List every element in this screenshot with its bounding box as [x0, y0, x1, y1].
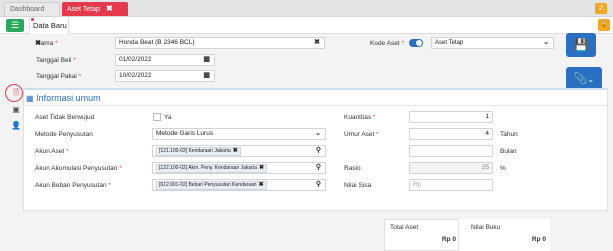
divider [24, 105, 607, 106]
aset-tidak-berwujud-checkbox[interactable] [153, 113, 161, 121]
tanggal-pakai-input[interactable]: 10/02/2022 ▦ [115, 70, 215, 82]
nilai-buku-value: Rp 0 [531, 236, 546, 243]
chevron-down-icon: ⌄ [315, 130, 321, 137]
tab-aset-tetap-label: Aset Tetap [67, 6, 100, 13]
nama-input[interactable]: Honda Beat (B 2346 BCL) ✖ [115, 37, 325, 49]
unsaved-dot-icon [31, 18, 34, 21]
doc-tab-data-baru[interactable]: Data Baru ✖ [29, 17, 69, 47]
metode-label: Metode Penyusutan [35, 131, 93, 138]
akun-beban-input[interactable]: [612.001-02] Beban Penyusutan Kendaraan ✖… [152, 179, 326, 191]
calendar-icon[interactable]: ▦ [203, 55, 210, 65]
checkbox-label: Ya [164, 114, 172, 121]
tahun-label: Tahun [500, 131, 518, 138]
paperclip-icon: 📎 [573, 73, 588, 85]
nilai-sisa-input[interactable]: Rp [409, 179, 493, 191]
akun-beban-label: Akun Beban Penyusutan * [35, 182, 111, 189]
akun-akumulasi-label: Akun Akumulasi Penyusutan * [35, 165, 122, 172]
document-icon[interactable]: 🗎 [10, 87, 22, 99]
notification-badge[interactable]: 2 [595, 3, 607, 14]
search-icon[interactable]: ⚲ [316, 180, 321, 190]
bulan-label: Bulan [500, 148, 517, 155]
akun-aset-label: Akun Aset * [35, 148, 69, 155]
tanggal-beli-input[interactable]: 01/02/2022 ▦ [115, 54, 215, 66]
menu-icon[interactable]: ☰ [6, 19, 24, 32]
umur-aset-label: Umur Aset * [344, 131, 379, 138]
tab-dashboard-label: Dashboard [10, 6, 45, 13]
nama-value: Honda Beat (B 2346 BCL) [119, 39, 195, 46]
chevron-down-icon: ⌄ [543, 39, 549, 46]
tab-bar: Dashboard Aset Tetap ✖ [0, 0, 613, 17]
section-title-text: Informasi umum [36, 93, 101, 103]
search-icon[interactable]: ⚲ [316, 163, 321, 173]
save-button[interactable]: 💾 [566, 33, 596, 57]
umur-bulan-input[interactable] [409, 145, 493, 157]
kode-aset-label: Kode Aset * [370, 40, 404, 47]
remove-icon[interactable]: ✖ [233, 148, 238, 154]
remove-icon[interactable]: ✖ [259, 165, 264, 171]
rasio-input: 25 [409, 162, 493, 174]
kuantitas-input[interactable]: 1 [409, 111, 493, 123]
lock-icon[interactable]: 🔒 [598, 19, 610, 31]
percent-label: % [500, 165, 506, 172]
akun-aset-input[interactable]: [121.100-03] Kendaraan Jakarta ✖ ⚲ [152, 145, 326, 157]
toolbar: ☰ Data Baru ✖ [0, 17, 613, 47]
nilai-buku-label: Nilai Buku [471, 224, 501, 231]
search-icon[interactable]: ⚲ [316, 146, 321, 156]
kode-aset-select[interactable]: Aset Tetap ⌄ [431, 37, 554, 49]
rasio-label: Rasio [344, 165, 361, 172]
metode-select[interactable]: Metode Garis Lurus ⌄ [152, 128, 326, 140]
save-icon: 💾 [573, 38, 589, 52]
user-icon[interactable]: 👤 [10, 120, 22, 132]
nama-label: Nama * [36, 40, 58, 47]
nilai-sisa-label: Nilai Sisa [344, 182, 372, 189]
calendar-icon: ▦ [26, 94, 34, 103]
chevron-down-icon: ⌄ [587, 75, 595, 84]
kode-aset-value: Aset Tetap [435, 40, 464, 46]
clear-icon[interactable]: ✖ [314, 38, 320, 48]
metode-value: Metode Garis Lurus [156, 130, 214, 137]
tanggal-beli-value: 01/02/2022 [119, 56, 152, 63]
section-title: ▦ Informasi umum [26, 93, 101, 103]
tab-aset-tetap[interactable]: Aset Tetap ✖ [62, 2, 128, 16]
akun-aset-tag: [121.100-03] Kendaraan Jakarta ✖ [156, 147, 241, 156]
kuantitas-label: Kuantitas * [344, 114, 376, 121]
akun-akumulasi-input[interactable]: [122.100-02] Akm. Peny. Kendaraan Jakart… [152, 162, 326, 174]
tanggal-pakai-label: Tanggal Pakai * [36, 73, 82, 80]
akun-beban-tag: [612.001-02] Beban Penyusutan Kendaraan ✖ [156, 181, 267, 190]
total-aset-value: Rp 0 [441, 236, 456, 243]
kode-aset-toggle[interactable] [409, 39, 423, 47]
umur-tahun-input[interactable]: 4 [409, 128, 493, 140]
calendar-icon[interactable]: ▦ [203, 71, 210, 81]
aset-tidak-berwujud-label: Aset Tidak Berwujud [35, 114, 95, 121]
doc-tab-label: Data Baru [33, 21, 67, 30]
tanggal-beli-label: Tanggal Beli * [36, 57, 76, 64]
akun-akumulasi-tag: [122.100-02] Akm. Peny. Kendaraan Jakart… [156, 164, 268, 173]
tab-dashboard[interactable]: Dashboard [4, 2, 60, 16]
remove-icon[interactable]: ✖ [259, 182, 264, 188]
total-aset-label: Total Aset [390, 224, 419, 231]
save-icon[interactable]: ▣ [10, 104, 22, 116]
close-icon[interactable]: ✖ [106, 4, 113, 13]
tanggal-pakai-value: 10/02/2022 [119, 72, 152, 79]
